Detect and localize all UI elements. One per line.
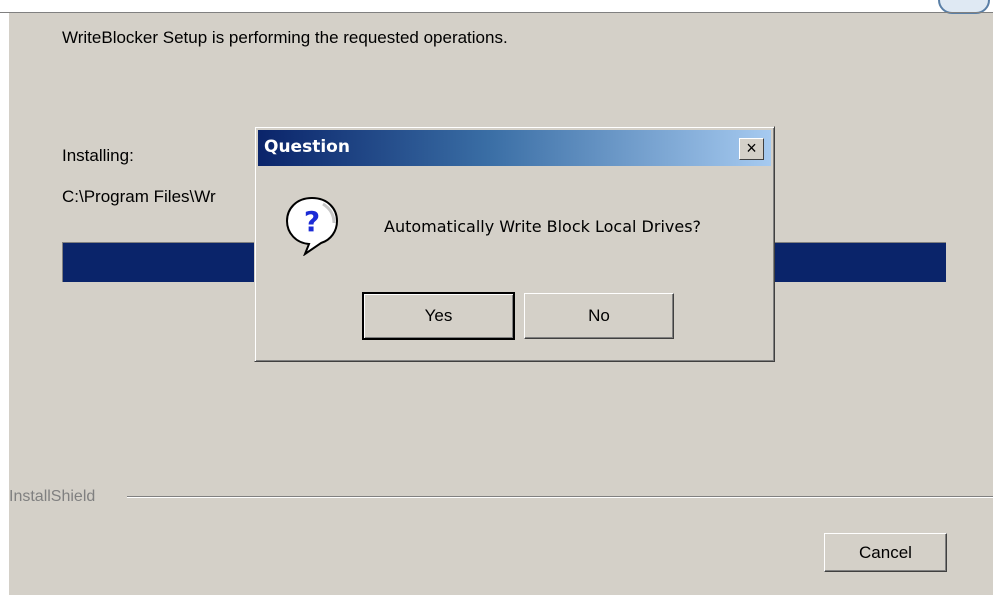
yes-button[interactable]: Yes <box>362 292 515 340</box>
left-edge-strip <box>0 13 9 595</box>
brand-divider <box>127 496 993 498</box>
installshield-label: InstallShield <box>9 488 96 505</box>
install-path: C:\Program Files\Wr <box>62 187 216 206</box>
cancel-button[interactable]: Cancel <box>824 533 947 572</box>
question-dialog: Question × ? Automatically Write Block L… <box>254 126 775 362</box>
svg-text:?: ? <box>304 205 320 238</box>
installing-label: Installing: <box>62 146 134 165</box>
no-button[interactable]: No <box>524 293 674 339</box>
top-banner-strip <box>0 0 993 12</box>
close-icon[interactable]: × <box>739 138 764 160</box>
operation-message: WriteBlocker Setup is performing the req… <box>62 28 508 47</box>
dialog-title: Question <box>264 137 350 157</box>
dialog-message: Automatically Write Block Local Drives? <box>384 217 702 236</box>
question-icon: ? <box>285 196 339 256</box>
dialog-titlebar[interactable]: Question × <box>258 130 771 166</box>
banner-divider <box>0 12 993 13</box>
